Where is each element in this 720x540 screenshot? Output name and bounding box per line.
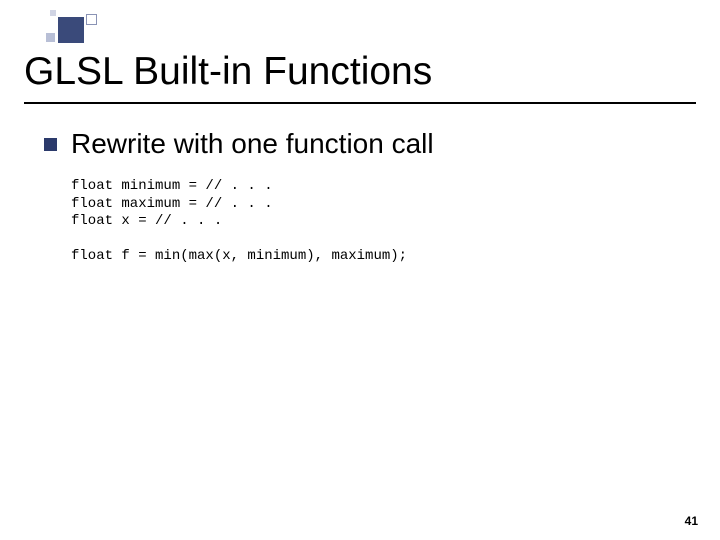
deco-square-tiny [50, 10, 56, 16]
code-block: float minimum = // . . . float maximum =… [71, 178, 680, 266]
code-line-2: float maximum = // . . . [71, 196, 273, 212]
bullet-square-icon [44, 138, 57, 151]
title-underline [24, 102, 696, 104]
code-line-1: float minimum = // . . . [71, 178, 273, 194]
code-line-3: float x = // . . . [71, 213, 222, 229]
bullet-item: Rewrite with one function call [44, 128, 680, 160]
bullet-text: Rewrite with one function call [71, 128, 434, 160]
deco-square-small-fill [46, 33, 55, 42]
slide-body: Rewrite with one function call float min… [44, 128, 680, 266]
deco-square-big [58, 17, 84, 43]
code-line-4: float f = min(max(x, minimum), maximum); [71, 248, 407, 264]
slide-decoration [24, 10, 114, 50]
deco-square-outline [86, 14, 97, 25]
slide-title: GLSL Built-in Functions [24, 50, 432, 94]
page-number: 41 [685, 514, 698, 528]
